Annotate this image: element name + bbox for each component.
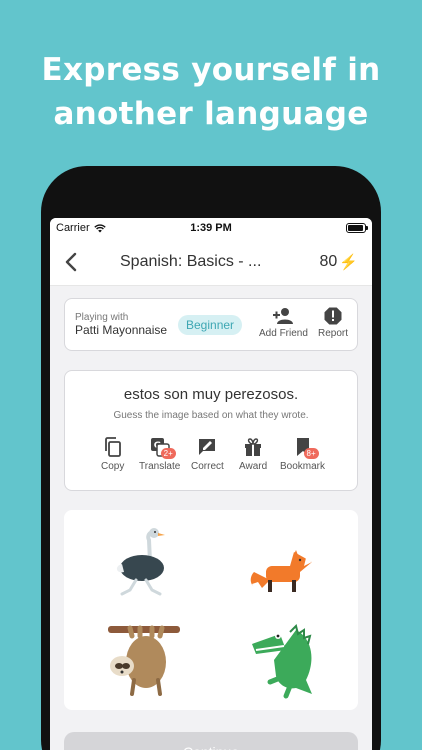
level-badge: Beginner [178, 315, 243, 335]
copy-label: Copy [101, 461, 125, 472]
sloth-image[interactable] [104, 620, 184, 700]
copy-button[interactable]: Copy [101, 437, 124, 472]
status-time: 1:39 PM [190, 222, 232, 234]
message-text: estos son muy perezosos. [123, 386, 299, 403]
app-screen: Carrier 1:39 PM Spanish: Basics - ... 80… [50, 218, 372, 750]
award-label: Award [239, 461, 268, 472]
lesson-title: Spanish: Basics - ... [120, 253, 262, 270]
copy-icon [104, 437, 121, 457]
bookmark-label: Bookmark [280, 461, 326, 472]
image-choices [64, 510, 358, 710]
crocodile-image[interactable] [246, 620, 326, 700]
bookmark-count-badge: 8+ [303, 448, 319, 459]
playing-with-label: Playing with [75, 312, 129, 323]
lightning-bolt-icon: ⚡ [339, 254, 358, 271]
gift-icon [245, 438, 262, 456]
translate-icon: G 2+ [150, 437, 176, 459]
report-label: Report [318, 328, 349, 339]
chevron-left-icon[interactable] [60, 250, 84, 274]
correct-label: Correct [191, 461, 224, 472]
points-value: 80 [319, 253, 338, 270]
ostrich-image[interactable] [104, 524, 184, 604]
nav-bar: Spanish: Basics - ... 80 ⚡ [50, 238, 372, 286]
points-counter: 80 ⚡ [320, 253, 358, 271]
promo-headline-line1: Express yourself in [41, 52, 381, 88]
translate-count-badge: 2+ [160, 448, 176, 459]
partner-card: Playing with Patti Mayonnaise Beginner A… [64, 298, 358, 351]
award-button[interactable]: Award [239, 437, 267, 472]
promo-headline-line2: another language [53, 96, 369, 132]
bookmark-button[interactable]: 8+ Bookmark [280, 437, 325, 472]
correct-icon [199, 439, 216, 455]
continue-button[interactable]: Continue [64, 732, 358, 750]
status-bar: Carrier 1:39 PM [50, 218, 372, 238]
message-hint: Guess the image based on what they wrote… [113, 410, 309, 421]
battery-icon [346, 223, 368, 233]
partner-name[interactable]: Patti Mayonnaise [75, 323, 167, 337]
translate-button[interactable]: G 2+ Translate [139, 437, 180, 472]
add-friend-button[interactable]: Add Friend [259, 307, 308, 339]
correct-button[interactable]: Correct [191, 437, 224, 472]
alert-icon [324, 307, 342, 325]
add-person-icon [273, 308, 294, 324]
add-friend-label: Add Friend [259, 328, 308, 339]
message-card: estos son muy perezosos. Guess the image… [64, 370, 358, 491]
report-button[interactable]: Report [318, 307, 348, 339]
translate-label: Translate [139, 461, 181, 472]
fox-image[interactable] [244, 528, 324, 608]
message-actions: Copy G 2+ Translate Correct [65, 437, 357, 479]
bookmark-icon: 8+ [293, 437, 319, 459]
promo-headline: Express yourself in another language [0, 48, 422, 136]
